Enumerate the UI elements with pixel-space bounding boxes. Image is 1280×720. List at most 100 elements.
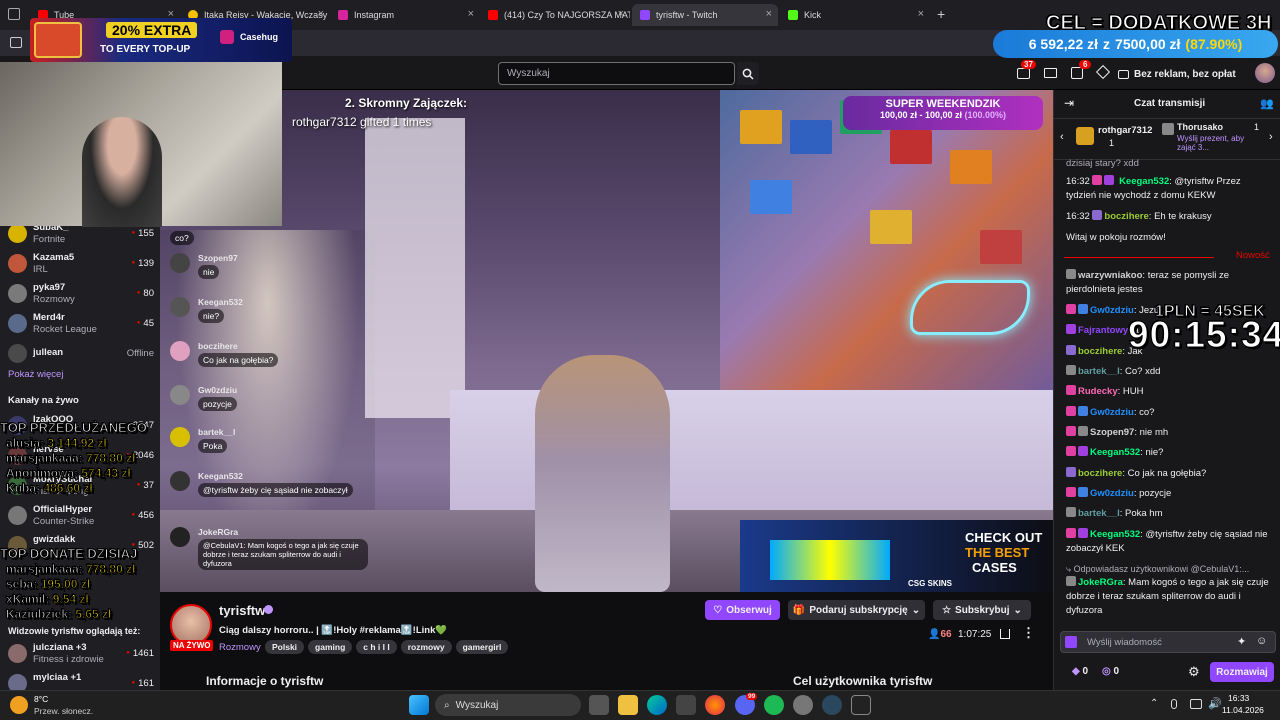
live-badge: NA ŻYWO	[170, 640, 214, 651]
chat-settings-icon[interactable]: ⚙	[1188, 664, 1200, 680]
taskbar-date[interactable]: 11.04.2026	[1222, 705, 1264, 715]
lego-wall	[720, 90, 1053, 410]
chat-users-icon[interactable]: 👥	[1260, 97, 1274, 110]
share-icon[interactable]	[1000, 629, 1010, 639]
chat-message: Gw0zdziu: pozycje	[1066, 487, 1272, 501]
bits-icon[interactable]: ✦	[1237, 635, 1246, 648]
bits-icon: ◆	[1072, 666, 1080, 677]
emote-icon[interactable]: ☺	[1256, 635, 1267, 647]
search-icon: ⌕	[444, 699, 450, 711]
microphone-icon[interactable]	[1171, 699, 1177, 709]
overlay-msg: Szopen97 nie	[198, 253, 238, 279]
sidebar-channel[interactable]: Merd4rRocket League45	[6, 312, 156, 336]
search-input[interactable]: Wyszukaj	[498, 62, 735, 85]
pinned-gifters: ‹ rothgar7312 1 Thorusako 1 Wyślij preze…	[1054, 118, 1280, 160]
sidebar-channel[interactable]: OfficialHyperCounter-Strike456	[6, 504, 156, 528]
gift-sub-button[interactable]: 🎁 Podaruj subskrypcję ⌄	[788, 600, 925, 620]
steam-icon[interactable]	[822, 695, 842, 715]
stream-category[interactable]: Rozmowy	[219, 642, 261, 653]
spotify-icon[interactable]	[764, 695, 784, 715]
start-button[interactable]	[409, 695, 429, 715]
search-button[interactable]	[737, 62, 759, 85]
network-icon[interactable]	[1190, 699, 1202, 709]
send-chat-button[interactable]: Rozmawiaj	[1210, 662, 1274, 682]
bits-balance[interactable]: ◆ 0	[1072, 666, 1088, 677]
sidebar-channel[interactable]: Kazama5IRL139	[6, 252, 156, 276]
instagram-icon	[338, 10, 348, 20]
avatar	[8, 254, 27, 273]
tab-instagram[interactable]: Instagram ×	[330, 4, 480, 26]
new-tab-icon[interactable]: +	[937, 6, 945, 22]
reply-context: ⤷ Odpowiadasz użytkownikowi @CebulaV1:..…	[1066, 564, 1250, 574]
epic-games-icon[interactable]	[851, 695, 871, 715]
tab-youtube-video[interactable]: (414) Czy To NAJGORSZA MAT ×	[480, 4, 630, 26]
mail-icon[interactable]	[1044, 68, 1057, 78]
gift-chest-icon	[34, 22, 82, 58]
store-icon[interactable]	[676, 695, 696, 715]
sidebar-channel[interactable]: pyka97Rozmowy80	[6, 282, 156, 306]
close-tab-icon[interactable]: ×	[918, 8, 924, 20]
chat-badge-icon[interactable]	[1065, 636, 1077, 648]
tag[interactable]: gaming	[308, 640, 353, 654]
tag[interactable]: gamergirl	[455, 640, 509, 654]
wall-tile	[790, 120, 832, 154]
tab-kick[interactable]: Kick ×	[780, 4, 930, 26]
streamer	[535, 355, 670, 592]
more-options-icon[interactable]: ⋮	[1022, 625, 1035, 641]
csgo-skins-ad[interactable]: CHECK OUT THE BEST CASES CSG SKINS	[740, 520, 1053, 592]
follow-button[interactable]: ♡ Obserwuj	[705, 600, 780, 620]
tab-twitch[interactable]: tyrisftw - Twitch ×	[632, 4, 778, 26]
chat-message: Keegan532: nie?	[1066, 446, 1272, 460]
user-avatar[interactable]	[1255, 63, 1275, 83]
close-tab-icon[interactable]: ×	[766, 8, 772, 20]
close-tab-icon[interactable]: ×	[318, 8, 324, 20]
overlay-msg: bartek__l Poka	[198, 427, 236, 453]
wall-tile	[870, 210, 912, 244]
show-more-link[interactable]: Pokaż więcej	[8, 369, 63, 380]
twitch-icon	[640, 10, 650, 20]
notifications-button[interactable]	[1017, 68, 1030, 79]
task-view-icon[interactable]	[589, 695, 609, 715]
file-explorer-icon[interactable]	[618, 695, 638, 715]
close-tab-icon[interactable]: ×	[618, 8, 624, 20]
send-gift-link[interactable]: Wyślij prezent, aby zająć 3...	[1177, 134, 1257, 152]
tray-chevron-icon[interactable]: ⌃	[1150, 698, 1158, 709]
tag[interactable]: Polski	[265, 640, 305, 654]
chat-message: Gw0zdziu: co?	[1066, 406, 1272, 420]
firefox-icon[interactable]	[705, 695, 725, 715]
chat-message: bartek__l: Poka hm	[1066, 507, 1272, 521]
channel-name[interactable]: tyrisftw	[219, 603, 265, 618]
pinned-gifter-name: rothgar7312	[1098, 125, 1153, 136]
taskbar-search[interactable]: ⌕ Wyszukaj	[435, 694, 581, 716]
collapse-chat-icon[interactable]: ⇥	[1064, 96, 1074, 110]
star-icon: ☆	[942, 604, 952, 616]
sidebar-channel[interactable]: julcziana +3Fitness i zdrowie1461	[6, 642, 156, 666]
casehug-promo-banner[interactable]: 20% EXTRA TO EVERY TOP-UP Casehug	[30, 18, 292, 62]
no-ads-button[interactable]: Bez reklam, bez opłat	[1118, 64, 1236, 84]
webcam-person	[82, 117, 162, 227]
edge-icon[interactable]	[647, 695, 667, 715]
browser-menu-icon[interactable]	[8, 8, 20, 20]
close-tab-icon[interactable]: ×	[468, 8, 474, 20]
chevron-right-icon[interactable]: ›	[1269, 131, 1273, 143]
sidebar-toggle-icon[interactable]	[10, 37, 22, 48]
chat-panel: ⇥ Czat transmisji 👥 ‹ rothgar7312 1 Thor…	[1053, 90, 1280, 690]
chevron-left-icon[interactable]: ‹	[1060, 131, 1064, 143]
reply-icon: ⤷	[1066, 564, 1072, 574]
sidebar-channel[interactable]: jullean Offline	[6, 342, 156, 366]
volume-icon[interactable]: 🔊	[1208, 697, 1222, 710]
subscribe-button[interactable]: ☆ Subskrybuj ⌄	[933, 600, 1031, 620]
tag[interactable]: rozmowy	[400, 640, 452, 654]
tag[interactable]: c h i l l	[356, 640, 397, 654]
settings-icon[interactable]	[793, 695, 813, 715]
chat-input[interactable]: Wyślij wiadomość ✦ ☺	[1060, 631, 1276, 653]
top-donate-item: Kaziubziek: 5,65 zł	[5, 607, 112, 622]
discord-badge: 99	[746, 693, 758, 700]
avatar	[170, 385, 190, 405]
inbox-count-badge: 6	[1079, 60, 1092, 69]
avatar	[170, 253, 190, 273]
chevron-down-icon: ⌄	[1013, 604, 1022, 616]
channel-points[interactable]: ◎ 0	[1102, 666, 1119, 677]
taskbar-time[interactable]: 16:33	[1228, 693, 1249, 703]
welcome-message: Witaj w pokoju rozmów!	[1066, 232, 1166, 243]
